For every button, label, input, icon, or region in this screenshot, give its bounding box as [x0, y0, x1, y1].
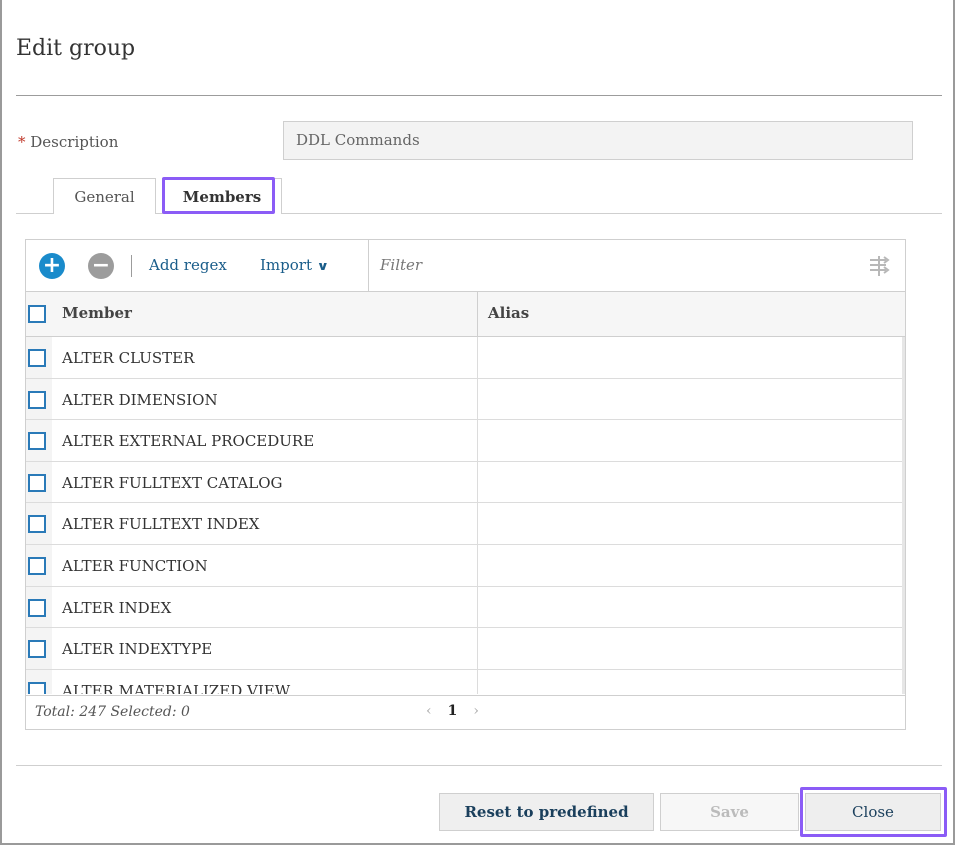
next-page-icon[interactable]: › [473, 703, 479, 719]
table-header: Member Alias [26, 291, 905, 338]
member-cell: ALTER FUNCTION [62, 556, 208, 575]
row-checkbox[interactable] [28, 515, 46, 534]
row-checkbox[interactable] [28, 681, 46, 694]
column-header-member[interactable]: Member [62, 304, 132, 322]
alias-cell[interactable] [477, 628, 478, 669]
alias-cell[interactable] [477, 586, 478, 628]
reset-to-predefined-button[interactable]: Reset to predefined [439, 793, 654, 831]
row-checkbox[interactable] [28, 432, 46, 451]
row-checkbox[interactable] [28, 640, 46, 659]
description-input[interactable]: DDL Commands [283, 121, 913, 160]
alias-cell[interactable] [477, 420, 478, 461]
select-all-checkbox[interactable] [28, 305, 46, 323]
description-label: * Description [18, 133, 118, 151]
tab-general[interactable]: General [53, 178, 156, 214]
filter-input[interactable]: Filter [370, 240, 905, 291]
chevron-down-icon: ∨ [316, 259, 330, 273]
import-label: Import [260, 256, 312, 274]
member-cell: ALTER MATERIALIZED VIEW [62, 681, 291, 694]
member-cell: ALTER FULLTEXT CATALOG [62, 473, 283, 492]
row-checkbox[interactable] [28, 473, 46, 492]
column-divider [477, 292, 478, 338]
row-checkbox[interactable] [28, 556, 46, 575]
alias-cell[interactable] [477, 337, 478, 378]
table-row[interactable]: ALTER FULLTEXT INDEX [26, 503, 905, 545]
description-label-text: Description [30, 133, 119, 151]
member-cell: ALTER DIMENSION [62, 390, 218, 409]
filter-columns-icon[interactable] [867, 254, 891, 278]
member-cell: ALTER INDEX [62, 598, 172, 617]
dialog-title: Edit group [16, 36, 136, 61]
add-regex-link[interactable]: Add regex [149, 256, 227, 274]
total-selected-text: Total: 247 Selected: 0 [35, 704, 190, 720]
tab-members[interactable]: Members [162, 178, 282, 214]
member-cell: ALTER CLUSTER [62, 349, 195, 367]
import-dropdown[interactable]: Import ∨ [260, 256, 330, 274]
alias-cell[interactable] [477, 544, 478, 586]
pager: ‹ 1 › [426, 703, 479, 719]
table-row[interactable]: ALTER INDEX [26, 586, 905, 629]
save-button[interactable]: Save [660, 793, 799, 831]
grid-footer: Total: 247 Selected: 0 ‹ 1 › [26, 695, 905, 729]
member-cell: ALTER FULLTEXT INDEX [62, 515, 260, 534]
table-body[interactable]: ALTER CLUSTER ALTER DIMENSION ALTER EXTE… [26, 337, 905, 694]
edit-group-dialog: Edit group * Description DDL Commands Ge… [0, 0, 955, 845]
current-page[interactable]: 1 [448, 703, 458, 719]
row-checkbox[interactable] [28, 390, 46, 409]
row-checkbox[interactable] [28, 349, 46, 367]
column-header-alias[interactable]: Alias [488, 304, 529, 322]
close-button[interactable]: Close [805, 793, 941, 831]
prev-page-icon[interactable]: ‹ [426, 703, 432, 719]
members-grid: + − Add regex Import ∨ Filter Member Alia… [25, 239, 906, 730]
alias-cell[interactable] [477, 378, 478, 420]
title-divider [16, 95, 942, 96]
table-row[interactable]: ALTER EXTERNAL PROCEDURE [26, 420, 905, 462]
table-row[interactable]: ALTER DIMENSION [26, 378, 905, 421]
alias-cell[interactable] [477, 503, 478, 544]
toolbar-separator [131, 255, 132, 277]
table-row[interactable]: ALTER INDEXTYPE [26, 628, 905, 670]
vertical-scrollbar[interactable] [902, 337, 905, 694]
table-row[interactable]: ALTER FUNCTION [26, 544, 905, 587]
required-mark: * [18, 133, 26, 151]
member-cell: ALTER EXTERNAL PROCEDURE [62, 432, 315, 451]
table-row[interactable]: ALTER CLUSTER [26, 337, 905, 379]
alias-cell[interactable] [477, 461, 478, 503]
grid-toolbar: + − Add regex Import ∨ [26, 240, 369, 291]
footer-divider [16, 765, 942, 766]
alias-cell[interactable] [477, 669, 478, 694]
table-row[interactable]: ALTER MATERIALIZED VIEW [26, 669, 905, 694]
minus-circle-icon[interactable]: − [88, 253, 114, 279]
table-row[interactable]: ALTER FULLTEXT CATALOG [26, 461, 905, 504]
plus-circle-icon[interactable]: + [39, 253, 65, 279]
member-cell: ALTER INDEXTYPE [62, 640, 213, 659]
row-checkbox[interactable] [28, 598, 46, 617]
